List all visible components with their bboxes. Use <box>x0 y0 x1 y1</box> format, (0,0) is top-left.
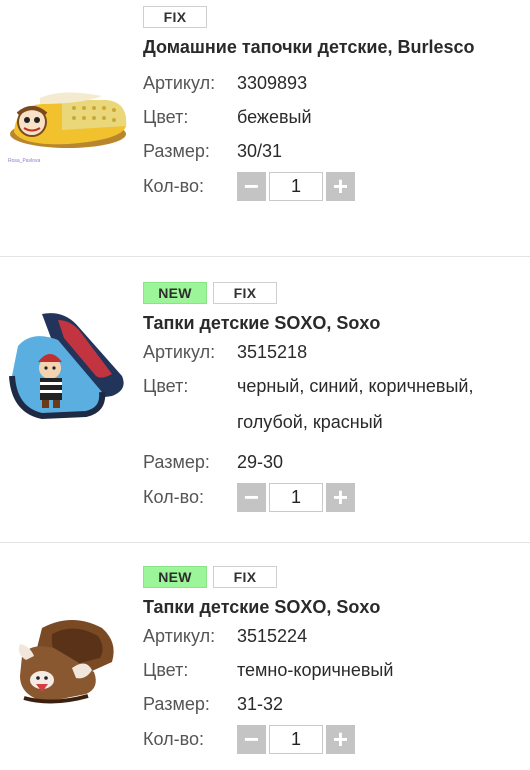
product-title[interactable]: Тапки детские SOXO, Soxo <box>143 595 520 620</box>
quantity-stepper: − + <box>237 172 355 201</box>
fix-badge: FIX <box>143 6 207 28</box>
color-row: Цвет: темно-коричневый <box>143 658 520 682</box>
quantity-label: Кол-во: <box>143 729 204 749</box>
badge-group: NEW FIX <box>143 282 520 306</box>
product-info: NEW FIX Тапки детские SOXO, Soxo Артикул… <box>143 566 520 754</box>
size-row: Размер: 31-32 <box>143 692 520 716</box>
increment-button[interactable]: + <box>326 172 355 201</box>
product-info: FIX Домашние тапочки детские, Burlesco А… <box>143 6 520 201</box>
increment-button[interactable]: + <box>326 483 355 512</box>
color-value: темно-коричневый <box>237 660 394 680</box>
article-row: Артикул: 3515224 <box>143 624 520 648</box>
size-value: 30/31 <box>237 141 283 161</box>
article-value: 3515218 <box>237 342 308 362</box>
slipper-yellow-image[interactable]: Rosa_Pavlova <box>2 70 130 190</box>
color-value: черный, синий, коричневый, голубой, крас… <box>237 368 473 440</box>
article-value: 3515224 <box>237 626 308 646</box>
article-row: Артикул: 3309893 <box>143 71 520 95</box>
article-label: Артикул: <box>143 342 216 362</box>
fix-badge: FIX <box>213 566 277 588</box>
size-label: Размер: <box>143 694 210 714</box>
quantity-row: Кол-во: − + <box>143 725 520 754</box>
article-value: 3309893 <box>237 73 308 93</box>
product-info: NEW FIX Тапки детские SOXO, Soxo Артикул… <box>143 282 520 512</box>
product-title[interactable]: Тапки детские SOXO, Soxo <box>143 311 520 336</box>
size-value: 31-32 <box>237 694 284 714</box>
size-row: Размер: 29-30 <box>143 450 520 474</box>
product-title[interactable]: Домашние тапочки детские, Burlesco <box>143 35 520 60</box>
quantity-input[interactable] <box>269 725 323 754</box>
slipper-pirate-image[interactable] <box>2 306 130 426</box>
decrement-button[interactable]: − <box>237 725 266 754</box>
color-row: Цвет: черный, синий, коричневый, голубой… <box>143 374 520 440</box>
color-label: Цвет: <box>143 107 189 127</box>
quantity-stepper: − + <box>237 483 355 512</box>
color-label: Цвет: <box>143 660 189 680</box>
quantity-label: Кол-во: <box>143 176 204 196</box>
color-value: бежевый <box>237 107 312 127</box>
quantity-row: Кол-во: − + <box>143 483 520 512</box>
badge-group: NEW FIX <box>143 566 520 590</box>
color-row: Цвет: бежевый <box>143 105 520 129</box>
new-badge: NEW <box>143 566 207 588</box>
decrement-button[interactable]: − <box>237 483 266 512</box>
quantity-label: Кол-во: <box>143 487 204 507</box>
fix-badge: FIX <box>213 282 277 304</box>
quantity-stepper: − + <box>237 725 355 754</box>
size-row: Размер: 30/31 <box>143 139 520 163</box>
article-label: Артикул: <box>143 73 216 93</box>
slipper-brown-image[interactable] <box>2 598 130 718</box>
svg-text:Rosa_Pavlova: Rosa_Pavlova <box>8 158 40 164</box>
size-value: 29-30 <box>237 452 284 472</box>
decrement-button[interactable]: − <box>237 172 266 201</box>
color-label: Цвет: <box>143 376 189 396</box>
product-card: Rosa_Pavlova FIX Домашние тапочки детски… <box>0 0 530 256</box>
article-row: Артикул: 3515218 <box>143 340 520 364</box>
quantity-row: Кол-во: − + <box>143 172 520 201</box>
new-badge: NEW <box>143 282 207 304</box>
increment-button[interactable]: + <box>326 725 355 754</box>
color-value-line: голубой, красный <box>237 412 383 432</box>
size-label: Размер: <box>143 141 210 161</box>
divider <box>0 256 530 257</box>
quantity-input[interactable] <box>269 172 323 201</box>
product-card: NEW FIX Тапки детские SOXO, Soxo Артикул… <box>0 543 530 770</box>
product-card: NEW FIX Тапки детские SOXO, Soxo Артикул… <box>0 258 530 542</box>
badge-group: FIX <box>143 6 520 30</box>
size-label: Размер: <box>143 452 210 472</box>
color-value-line: черный, синий, коричневый, <box>237 376 474 396</box>
article-label: Артикул: <box>143 626 216 646</box>
quantity-input[interactable] <box>269 483 323 512</box>
